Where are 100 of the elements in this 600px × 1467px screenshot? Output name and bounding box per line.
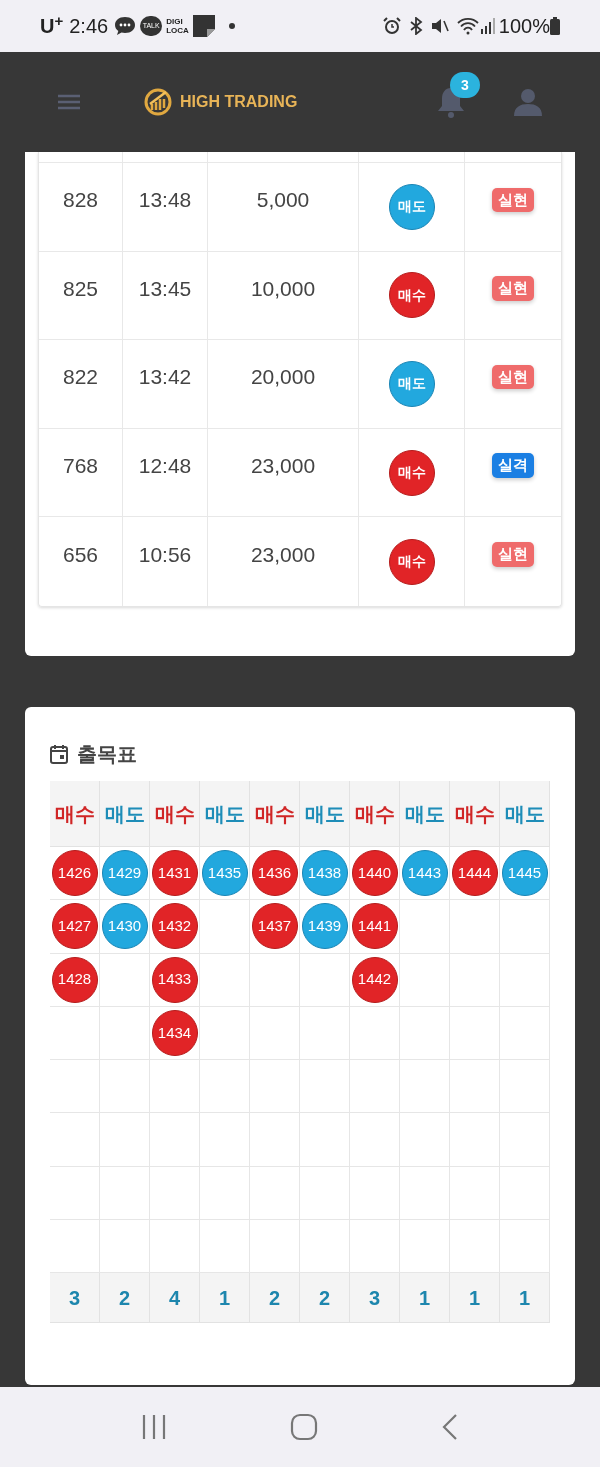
- side-badge: 매수: [388, 538, 435, 585]
- round-number: 656: [62, 541, 98, 568]
- trade-amount: 5,000: [256, 187, 310, 214]
- round-number: 822: [62, 364, 98, 391]
- empty-cell: [50, 1060, 100, 1114]
- column-header: 매수: [354, 801, 395, 827]
- round-marker: 1440: [351, 850, 398, 897]
- trade-time: 10:56: [138, 541, 192, 568]
- column-count: 1: [468, 1285, 481, 1311]
- result-badge: 실현: [492, 187, 534, 213]
- trade-time: 13:48: [138, 187, 192, 214]
- trade-amount: 23,000: [250, 541, 316, 568]
- round-marker: 1435: [201, 850, 248, 897]
- round-marker: 1429: [101, 850, 148, 897]
- alarm-icon: [382, 17, 401, 35]
- empty-cell: [150, 1113, 200, 1167]
- empty-cell: [500, 1006, 550, 1060]
- empty-cell: [300, 1060, 350, 1114]
- empty-cell: [400, 1060, 450, 1114]
- signal-icon: [480, 18, 495, 34]
- column-header: 매도: [504, 801, 545, 827]
- round-number: 828: [62, 187, 98, 214]
- recent-apps-icon[interactable]: [141, 1414, 168, 1440]
- column-count: 3: [68, 1285, 81, 1311]
- empty-cell: [300, 1006, 350, 1060]
- column-header: 매도: [104, 801, 145, 827]
- side-badge: 매도: [388, 361, 435, 407]
- trade-amount: 10,000: [250, 275, 316, 302]
- round-marker: 1434: [151, 1009, 198, 1056]
- empty-cell: [200, 1060, 250, 1114]
- chart-title: 출목표: [77, 742, 137, 767]
- app-icon: DIGI LOCA: [166, 17, 189, 35]
- trade-time: 13:45: [138, 275, 192, 302]
- empty-cell: [250, 1060, 300, 1114]
- result-badge: 실현: [492, 542, 534, 567]
- column-count: 3: [368, 1285, 381, 1311]
- wifi-icon: [456, 17, 479, 35]
- column-header: 매도: [404, 801, 445, 827]
- empty-cell: [250, 1166, 300, 1220]
- trade-amount: 23,000: [250, 452, 316, 479]
- home-icon[interactable]: [290, 1413, 318, 1441]
- carrier-label: U$^{+}$: [40, 11, 64, 39]
- round-marker: 1444: [451, 850, 498, 897]
- battery-icon: [550, 17, 560, 35]
- round-number: 825: [62, 275, 98, 302]
- column-count: 2: [118, 1285, 131, 1311]
- notification-badge: 3: [450, 72, 480, 98]
- side-badge: 매수: [388, 449, 435, 496]
- clock: 2:46: [69, 14, 109, 39]
- empty-cell: [450, 953, 500, 1007]
- round-marker: 1432: [151, 903, 198, 950]
- brand-name: HIGH TRADING: [180, 92, 298, 112]
- empty-cell: [350, 1060, 400, 1114]
- round-marker: 1431: [151, 850, 198, 897]
- back-icon[interactable]: [440, 1413, 459, 1441]
- round-marker: 1428: [51, 956, 98, 1003]
- round-marker: 1439: [301, 903, 348, 950]
- result-badge: 실현: [492, 364, 534, 390]
- column-header: 매도: [304, 801, 345, 827]
- side-badge: 매수: [388, 272, 435, 319]
- column-count: 1: [418, 1285, 431, 1311]
- round-marker: 1427: [51, 903, 98, 950]
- empty-cell: [150, 1166, 200, 1220]
- round-marker: 1436: [251, 850, 298, 897]
- column-header: 매수: [254, 801, 295, 827]
- round-marker: 1438: [301, 850, 348, 897]
- trade-time: 13:42: [138, 364, 192, 391]
- empty-cell: [450, 1113, 500, 1167]
- round-marker: 1445: [501, 850, 548, 897]
- calendar-icon: [50, 744, 68, 764]
- column-header: 매수: [54, 801, 95, 827]
- result-badge: 실격: [492, 453, 534, 478]
- empty-cell: [400, 1113, 450, 1167]
- empty-cell: [200, 1113, 250, 1167]
- empty-cell: [50, 1113, 100, 1167]
- round-number: 768: [62, 452, 98, 479]
- round-marker: 1441: [351, 903, 398, 950]
- logo-icon: [144, 88, 172, 116]
- round-marker: 1430: [101, 903, 148, 950]
- empty-cell: [300, 1113, 350, 1167]
- round-marker: 1433: [151, 956, 198, 1003]
- empty-cell: [450, 1166, 500, 1220]
- round-marker: 1437: [251, 903, 298, 950]
- empty-cell: [300, 1166, 350, 1220]
- empty-cell: [500, 1060, 550, 1114]
- round-marker: 1442: [351, 956, 398, 1003]
- empty-cell: [200, 1166, 250, 1220]
- chat-bubble-icon: [114, 16, 137, 36]
- empty-cell: [500, 953, 550, 1007]
- round-marker: 1426: [51, 850, 98, 897]
- battery-percent: 100%: [498, 14, 550, 39]
- trade-time: 12:48: [138, 452, 192, 479]
- side-badge: 매도: [388, 183, 435, 230]
- trade-amount: 20,000: [250, 364, 316, 391]
- empty-cell: [450, 1060, 500, 1114]
- menu-icon[interactable]: [58, 94, 80, 110]
- empty-cell: [400, 1166, 450, 1220]
- empty-cell: [50, 1166, 100, 1220]
- column-count: 4: [168, 1285, 181, 1311]
- column-count: 1: [518, 1285, 531, 1311]
